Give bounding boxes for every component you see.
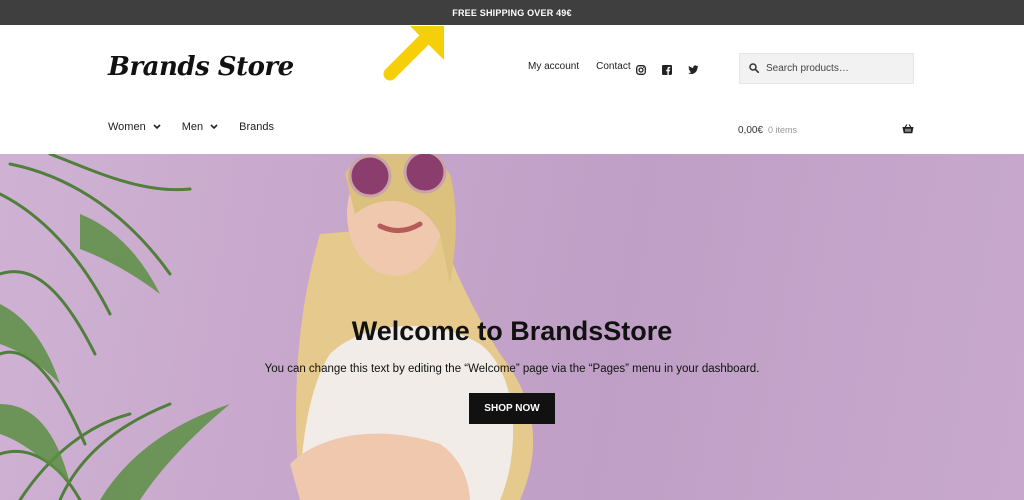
header-cart[interactable]: 0,00€ 0 items <box>738 121 914 139</box>
hero-content: Welcome to BrandsStore You can change th… <box>0 316 1024 424</box>
basket-icon[interactable] <box>902 121 914 139</box>
nav-item-label: Men <box>181 121 204 133</box>
facebook-icon[interactable] <box>662 62 672 75</box>
nav-item-label: Brands <box>239 121 274 133</box>
nav-item-men[interactable]: Men <box>182 121 218 133</box>
cart-total: 0,00€ <box>738 124 764 136</box>
site-logo[interactable]: Brands Store <box>108 52 294 82</box>
chevron-down-icon <box>153 124 161 130</box>
cart-item-count: 0 items <box>768 125 798 135</box>
secondary-nav: My account Contact <box>528 61 648 72</box>
chevron-down-icon <box>210 124 218 130</box>
twitter-icon[interactable] <box>688 62 699 74</box>
search-icon <box>749 60 760 78</box>
my-account-link[interactable]: My account <box>528 61 579 72</box>
nav-item-label: Women <box>108 121 146 133</box>
hero-title: Welcome to BrandsStore <box>351 316 673 346</box>
instagram-icon[interactable] <box>636 62 646 75</box>
hero-description: You can change this text by editing the … <box>264 363 760 375</box>
annotation-arrow-icon <box>383 26 444 81</box>
nav-item-women[interactable]: Women <box>108 121 161 133</box>
shipping-banner: FREE SHIPPING OVER 49€ <box>0 0 1024 25</box>
search-input[interactable] <box>766 63 906 74</box>
hero-banner: Welcome to BrandsStore You can change th… <box>0 154 1024 500</box>
nav-item-brands[interactable]: Brands <box>239 121 274 133</box>
shop-now-button[interactable]: SHOP NOW <box>469 393 555 424</box>
contact-link[interactable]: Contact <box>596 61 630 72</box>
shipping-banner-text: FREE SHIPPING OVER 49€ <box>452 7 572 18</box>
main-nav: Women Men Brands <box>108 121 295 133</box>
social-links <box>636 62 699 75</box>
search-box <box>739 53 914 84</box>
